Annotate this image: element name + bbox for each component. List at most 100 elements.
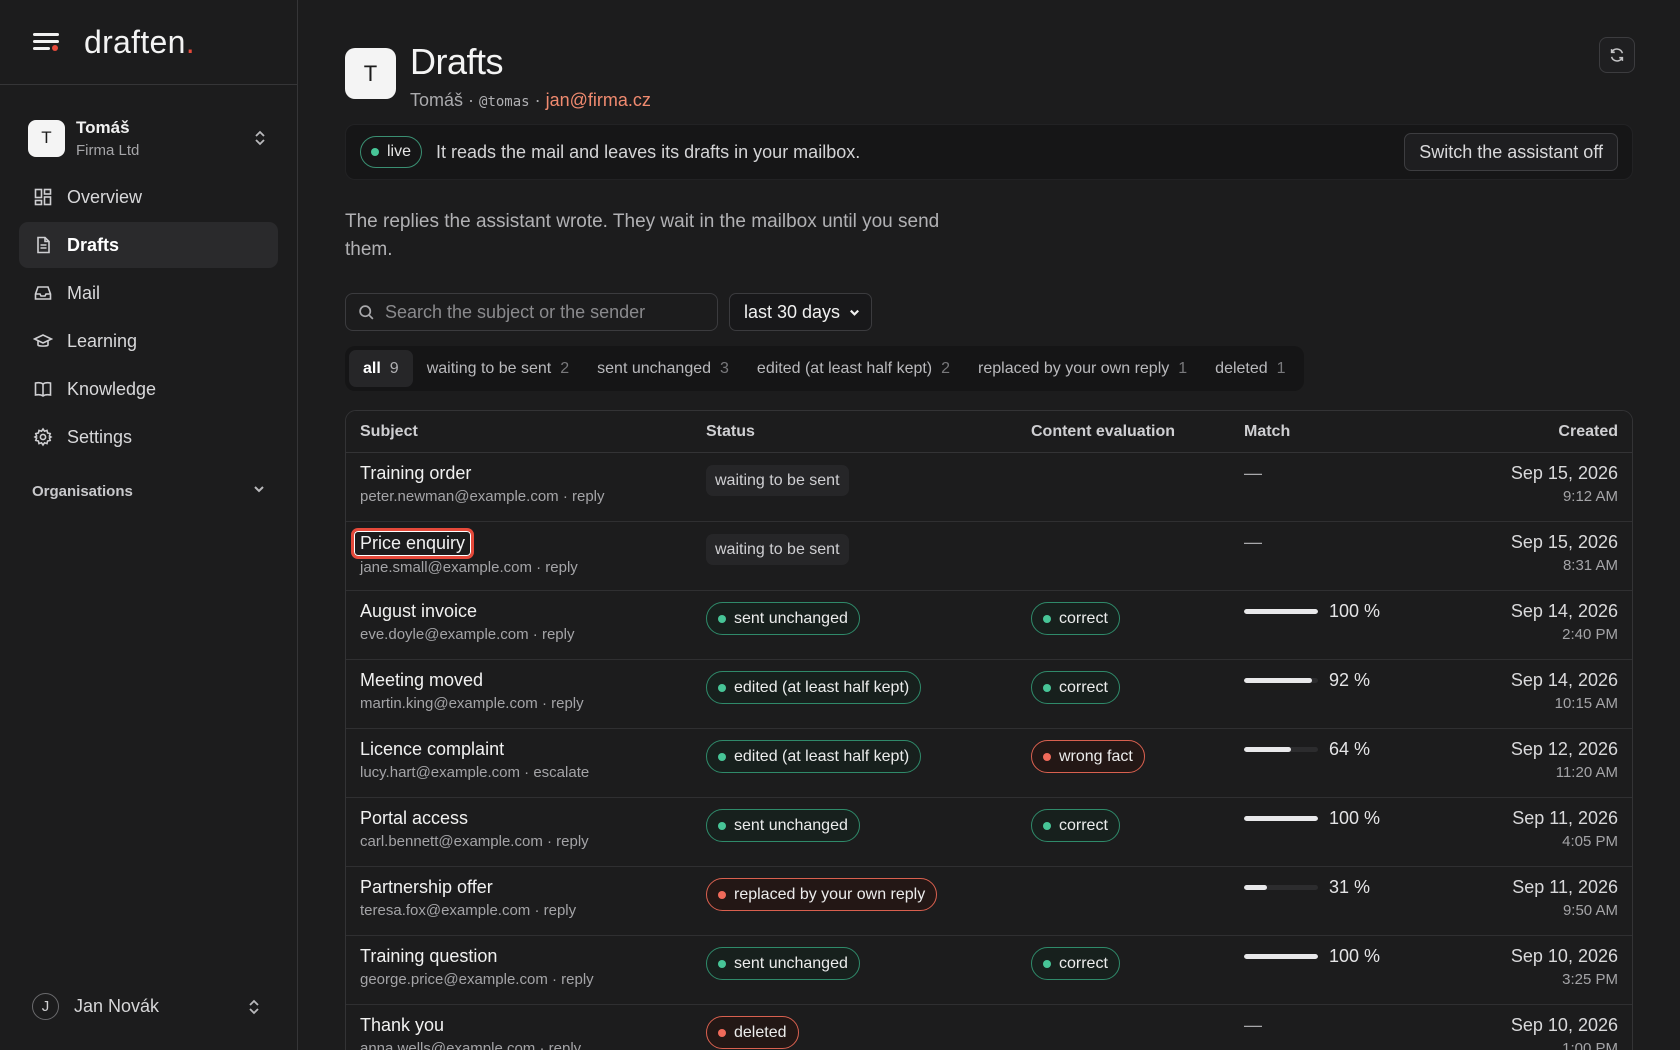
refresh-button[interactable] (1599, 37, 1635, 73)
grid-icon (33, 187, 53, 207)
row-subject[interactable]: Meeting moved (360, 670, 483, 691)
brand-bar: draften. (0, 0, 297, 85)
row-sender: eve.doyle@example.com · reply (360, 626, 575, 643)
evaluation-badge: correct (1031, 809, 1120, 842)
match-indicator: 64 % (1244, 739, 1484, 760)
date-range-select[interactable]: last 30 days (729, 293, 873, 331)
tab-count: 2 (941, 359, 951, 377)
tab-replaced[interactable]: replaced by your own reply 1 (964, 350, 1201, 387)
match-indicator: 100 % (1244, 946, 1484, 967)
status-badge: replaced by your own reply (706, 878, 938, 911)
row-sender: peter.newman@example.com · reply (360, 488, 605, 505)
table-header: Subject Status Content evaluation Match … (346, 411, 1632, 453)
column-evaluation[interactable]: Content evaluation (1031, 423, 1244, 441)
row-subject[interactable]: Licence complaint (360, 739, 504, 760)
tab-waiting-to-be-sent[interactable]: waiting to be sent 2 (413, 350, 583, 387)
account-switcher[interactable]: T Tomáš Firma Ltd (28, 114, 272, 162)
row-sender: lucy.hart@example.com · escalate (360, 764, 590, 781)
table-row[interactable]: Portal access carl.bennett@example.com · … (346, 798, 1632, 867)
sidebar-nav: Overview Drafts Mail Learning Knowledge … (0, 174, 297, 460)
row-created-time: 4:05 PM (1562, 833, 1618, 850)
tab-count: 1 (1178, 359, 1188, 377)
tab-count: 2 (560, 359, 570, 377)
search-input[interactable] (385, 301, 705, 323)
sidebar-item-settings[interactable]: Settings (19, 414, 278, 460)
row-created-time: 11:20 AM (1555, 764, 1618, 781)
table-row[interactable]: Licence complaint lucy.hart@example.com ·… (346, 729, 1632, 798)
table-row[interactable]: August invoice eve.doyle@example.com · re… (346, 591, 1632, 660)
tab-all[interactable]: all 9 (349, 350, 413, 387)
status-badge: waiting to be sent (706, 465, 849, 496)
chevron-down-icon (850, 309, 860, 316)
filters-bar: last 30 days (345, 293, 873, 331)
row-created-date: Sep 10, 2026 (1510, 946, 1618, 966)
match-bar (1244, 954, 1318, 959)
table-row[interactable]: Price enquiry jane.small@example.com · re… (346, 522, 1632, 591)
row-created-date: Sep 15, 2026 (1510, 532, 1618, 552)
column-subject[interactable]: Subject (346, 423, 706, 441)
status-dot (1043, 614, 1051, 623)
switch-assistant-off-button[interactable]: Switch the assistant off (1404, 133, 1618, 171)
user-menu[interactable]: J Jan Novák (32, 993, 266, 1020)
tab-deleted[interactable]: deleted 1 (1201, 350, 1299, 387)
table-row[interactable]: Meeting moved martin.king@example.com · r… (346, 660, 1632, 729)
organisations-toggle[interactable]: Organisations (32, 482, 266, 500)
sidebar-item-mail[interactable]: Mail (19, 270, 278, 316)
row-created-time: 8:31 AM (1562, 557, 1618, 574)
chevron-up-down-icon (246, 997, 262, 1017)
status-badge: sent unchanged (706, 947, 860, 980)
row-subject[interactable]: Thank you (360, 1015, 444, 1036)
logo[interactable]: draften. (84, 24, 195, 61)
row-subject[interactable]: Training question (360, 946, 497, 967)
evaluation-badge: correct (1031, 602, 1120, 635)
row-subject[interactable]: Price enquiry (351, 528, 475, 559)
row-created-time: 1:00 PM (1562, 1040, 1618, 1050)
row-created-date: Sep 14, 2026 (1510, 670, 1618, 690)
match-empty: — (1244, 463, 1262, 483)
sidebar-item-label: Learning (67, 330, 138, 351)
row-subject[interactable]: Portal access (360, 808, 468, 829)
match-empty: — (1244, 532, 1262, 552)
column-match[interactable]: Match (1244, 423, 1484, 441)
menu-icon[interactable] (33, 31, 60, 53)
table-row[interactable]: Training order peter.newman@example.com ·… (346, 453, 1632, 522)
status-badge: deleted (706, 1016, 799, 1049)
row-subject[interactable]: Training order (360, 463, 471, 484)
assistant-status-banner: live It reads the mail and leaves its dr… (345, 124, 1633, 180)
inbox-icon (33, 283, 53, 303)
row-subject[interactable]: Partnership offer (360, 877, 493, 898)
chevron-up-down-icon (252, 128, 268, 148)
table-row[interactable]: Thank you anna.wells@example.com · reply d… (346, 1005, 1632, 1050)
status-dot (1043, 959, 1051, 968)
search-box[interactable] (345, 293, 718, 331)
column-status[interactable]: Status (706, 423, 1031, 441)
drafts-table: Subject Status Content evaluation Match … (345, 410, 1633, 1050)
tab-sent-unchanged[interactable]: sent unchanged 3 (583, 350, 743, 387)
sidebar-item-drafts[interactable]: Drafts (19, 222, 278, 268)
match-empty: — (1244, 1015, 1262, 1035)
status-badge: sent unchanged (706, 809, 860, 842)
sidebar-item-learning[interactable]: Learning (19, 318, 278, 364)
status-dot (718, 890, 726, 899)
match-indicator: 100 % (1244, 601, 1484, 622)
match-bar (1244, 678, 1318, 683)
row-created-date: Sep 11, 2026 (1512, 877, 1618, 897)
status-filter-tabs: all 9 waiting to be sent 2 sent unchanged 3… (345, 346, 1304, 391)
sidebar-item-overview[interactable]: Overview (19, 174, 278, 220)
sidebar-item-knowledge[interactable]: Knowledge (19, 366, 278, 412)
status-badge: waiting to be sent (706, 534, 849, 565)
refresh-icon (1610, 48, 1624, 62)
row-sender: george.price@example.com · reply (360, 971, 594, 988)
column-created[interactable]: Created (1484, 423, 1632, 441)
account-org: Firma Ltd (76, 141, 140, 159)
match-value: 92 % (1329, 670, 1371, 690)
user-name: Jan Novák (74, 996, 160, 1016)
table-row[interactable]: Partnership offer teresa.fox@example.com … (346, 867, 1632, 936)
table-row[interactable]: Training question george.price@example.co… (346, 936, 1632, 1005)
tab-edited[interactable]: edited (at least half kept) 2 (743, 350, 964, 387)
row-sender: martin.king@example.com · reply (360, 695, 584, 712)
tab-count: 9 (389, 359, 399, 377)
row-subject[interactable]: August invoice (360, 601, 477, 622)
row-created-date: Sep 14, 2026 (1510, 601, 1618, 621)
evaluation-badge: wrong fact (1031, 740, 1145, 773)
